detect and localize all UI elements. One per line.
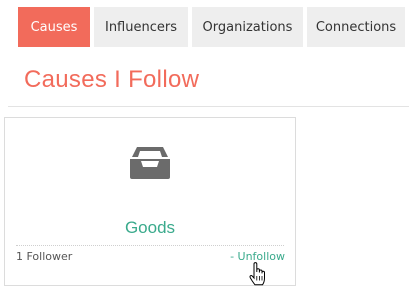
tab-organizations[interactable]: Organizations	[192, 7, 303, 47]
inbox-icon	[130, 147, 170, 179]
tab-causes[interactable]: Causes	[18, 7, 90, 47]
follower-count: 1 Follower	[16, 250, 73, 263]
hand-pointer-icon	[249, 262, 265, 286]
tab-connections[interactable]: Connections	[307, 7, 405, 47]
card-divider	[16, 245, 284, 246]
cause-card[interactable]: Goods 1 Follower - Unfollow	[4, 117, 296, 286]
tab-influencers[interactable]: Influencers	[94, 7, 188, 47]
cause-name[interactable]: Goods	[5, 218, 295, 238]
page-title: Causes I Follow	[24, 66, 200, 93]
title-divider	[8, 106, 409, 107]
tab-bar: Causes Influencers Organizations Connect…	[18, 7, 405, 47]
